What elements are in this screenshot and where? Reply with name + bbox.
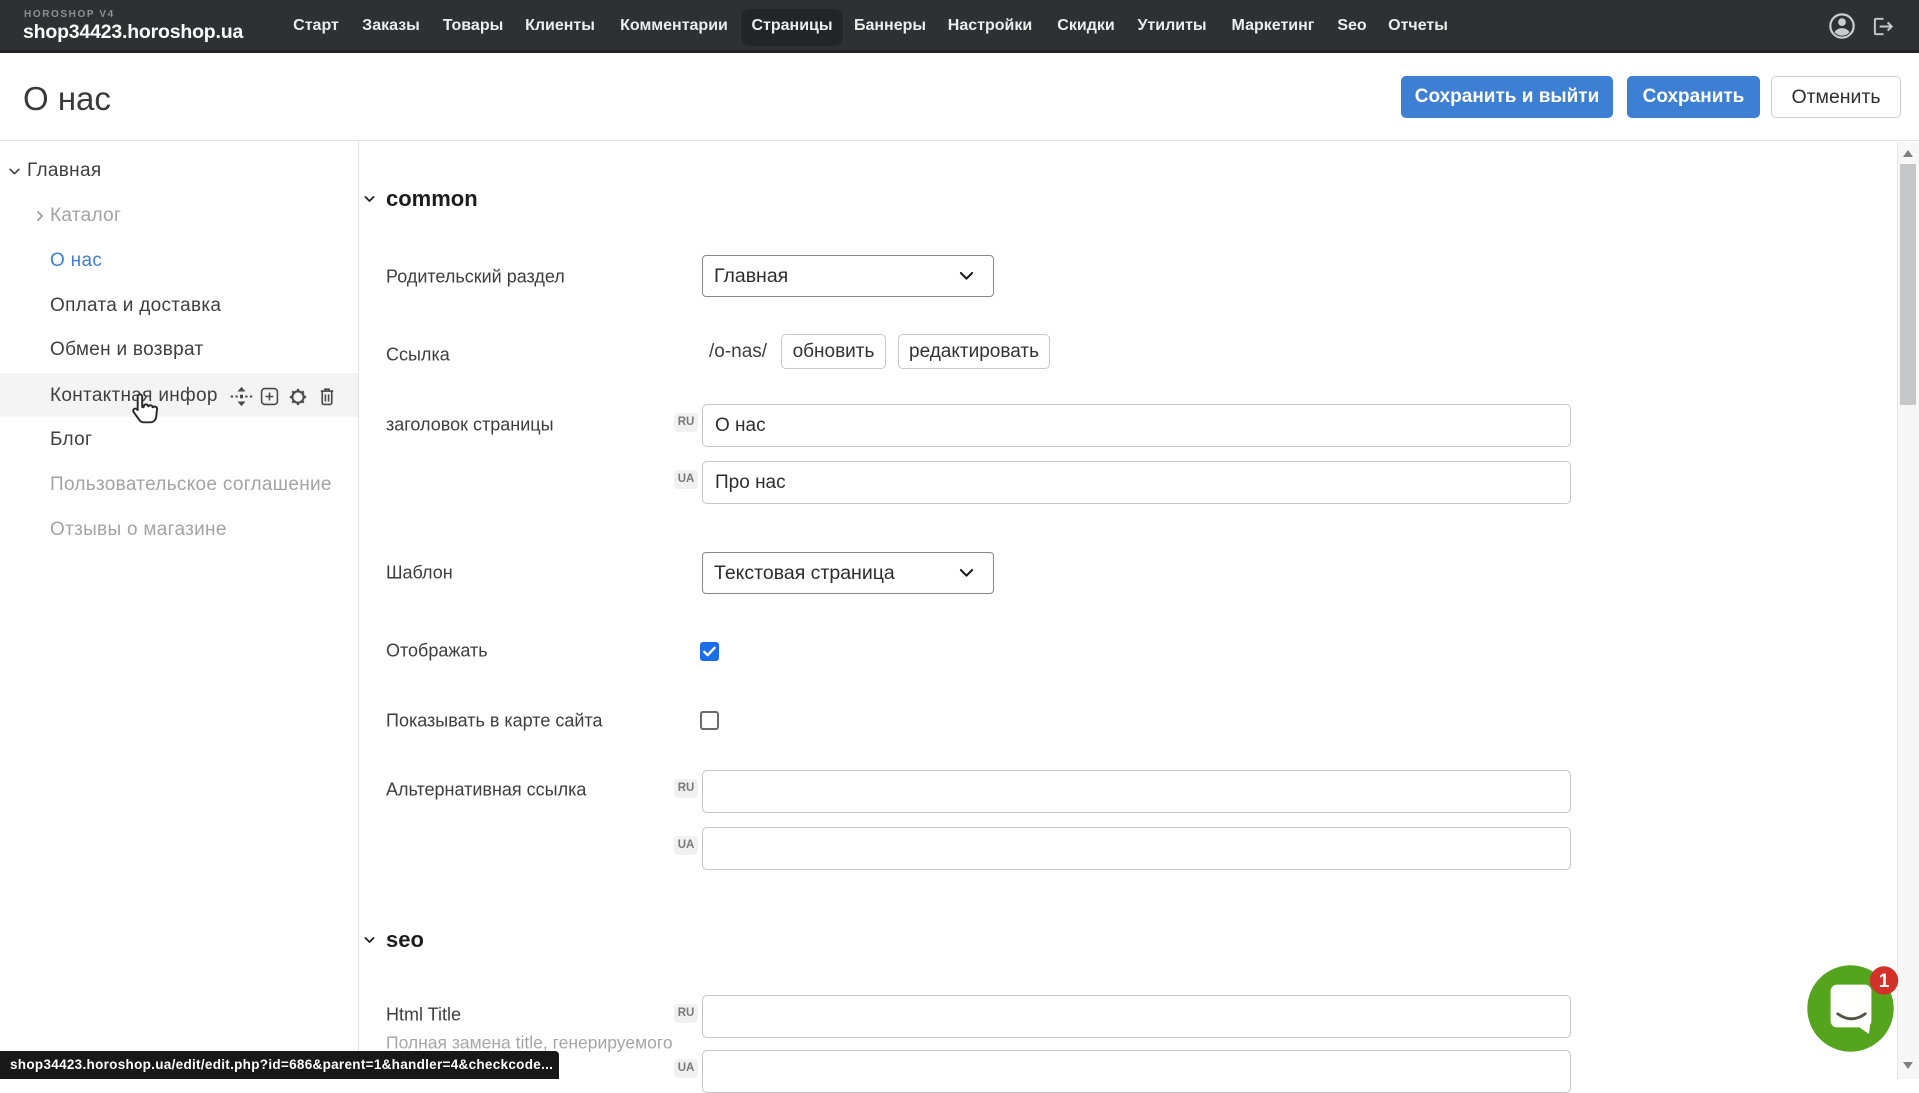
svg-text:1: 1 (1879, 971, 1890, 992)
